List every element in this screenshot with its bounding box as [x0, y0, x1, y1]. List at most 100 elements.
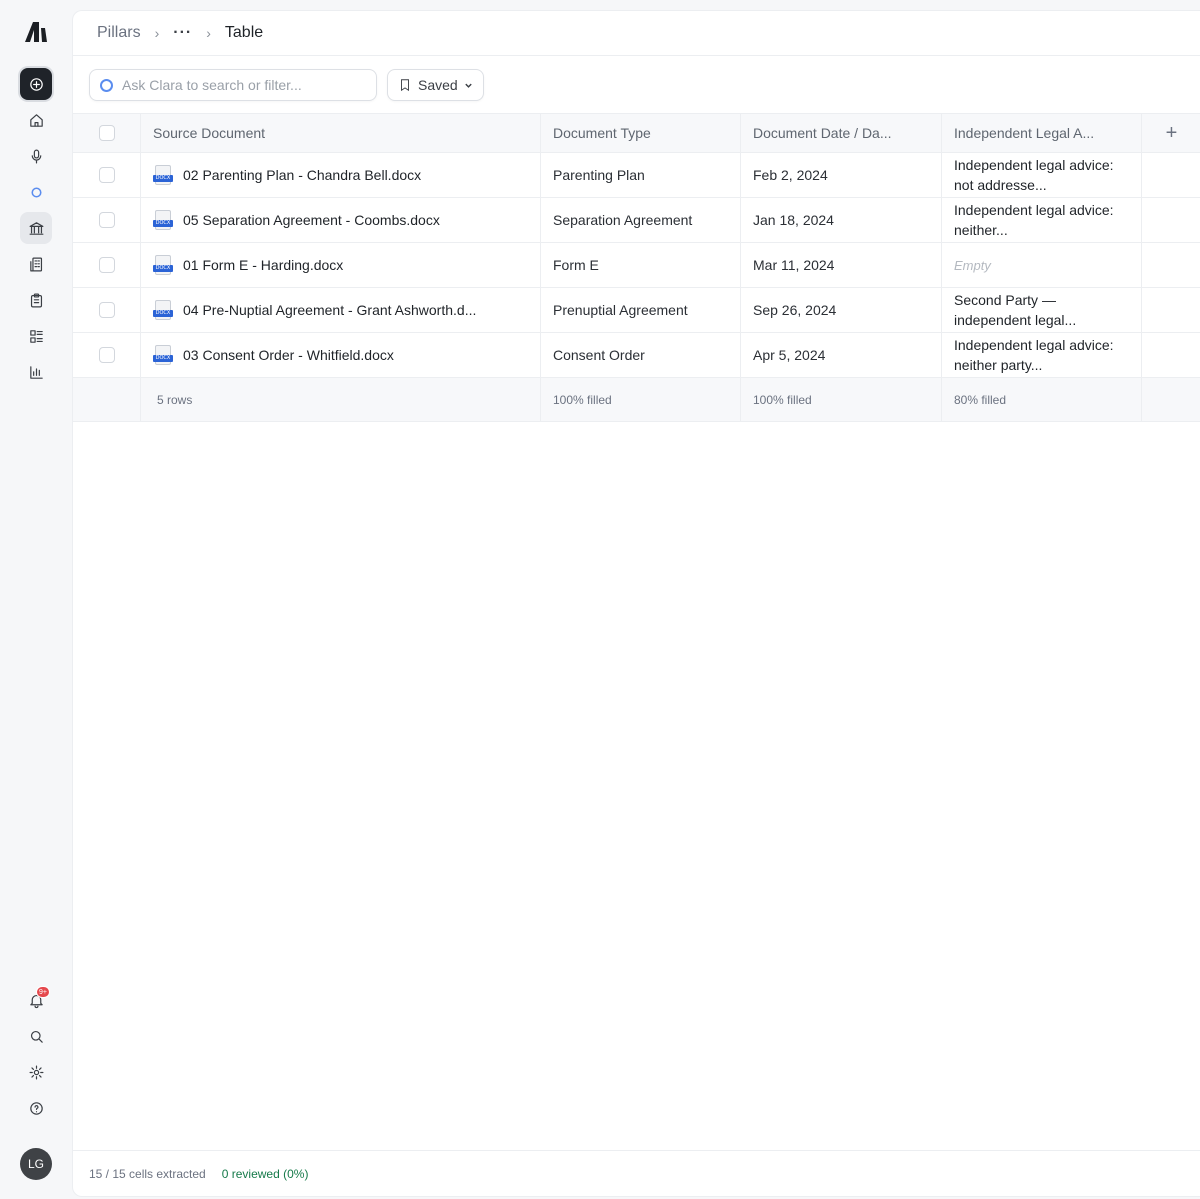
document-date-cell[interactable]: Mar 11, 2024 — [741, 243, 942, 287]
chevron-down-icon — [464, 83, 472, 88]
legal-advice-cell[interactable]: Independent legal advice: neither party.… — [942, 333, 1142, 377]
plus-icon: + — [1165, 121, 1178, 144]
row-checkbox[interactable] — [98, 302, 115, 318]
source-document-cell[interactable]: DOCX 04 Pre-Nuptial Agreement - Grant As… — [141, 288, 541, 332]
column-header-independent-legal[interactable]: Independent Legal A... — [942, 114, 1142, 152]
add-column-button[interactable]: + — [1142, 114, 1200, 152]
table-row[interactable]: DOCX 04 Pre-Nuptial Agreement - Grant As… — [73, 288, 1200, 333]
breadcrumb-ellipsis[interactable]: ··· — [173, 24, 192, 42]
empty-cell — [1142, 243, 1200, 287]
search-box[interactable] — [89, 69, 377, 101]
new-item-button[interactable] — [20, 68, 52, 100]
document-type-cell[interactable]: Separation Agreement — [541, 198, 741, 242]
legal-advice-value: Independent legal advice: not addresse..… — [954, 157, 1114, 193]
list-nav-button[interactable] — [20, 320, 52, 352]
row-checkbox-cell — [73, 243, 141, 287]
table-row[interactable]: DOCX 03 Consent Order - Whitfield.docx C… — [73, 333, 1200, 378]
settings-nav-button[interactable] — [20, 1056, 52, 1088]
row-checkbox-cell — [73, 288, 141, 332]
app-logo-icon[interactable] — [20, 16, 52, 48]
document-link[interactable]: DOCX 03 Consent Order - Whitfield.docx — [153, 345, 394, 365]
document-name: 03 Consent Order - Whitfield.docx — [183, 347, 394, 363]
document-type-cell[interactable]: Consent Order — [541, 333, 741, 377]
table-row[interactable]: DOCX 02 Parenting Plan - Chandra Bell.do… — [73, 153, 1200, 198]
document-type-cell[interactable]: Parenting Plan — [541, 153, 741, 197]
footer-spacer — [73, 378, 141, 421]
type-fill-stat: 100% filled — [541, 378, 741, 421]
clipboard-nav-button[interactable] — [20, 284, 52, 316]
search-nav-button[interactable] — [20, 1020, 52, 1052]
table-row[interactable]: DOCX 05 Separation Agreement - Coombs.do… — [73, 198, 1200, 243]
home-nav-button[interactable] — [20, 104, 52, 136]
legal-advice-cell[interactable]: Independent legal advice: neither... — [942, 198, 1142, 242]
docx-file-icon: DOCX — [153, 255, 173, 275]
document-date-cell[interactable]: Apr 5, 2024 — [741, 333, 942, 377]
analytics-nav-button[interactable] — [20, 356, 52, 388]
document-type-cell[interactable]: Prenuptial Agreement — [541, 288, 741, 332]
search-input[interactable] — [122, 77, 362, 93]
document-name: 04 Pre-Nuptial Agreement - Grant Ashwort… — [183, 302, 477, 318]
breadcrumb-pillars[interactable]: Pillars — [97, 24, 141, 42]
cells-extracted-status: 15 / 15 cells extracted — [89, 1166, 206, 1181]
pillars-nav-button[interactable] — [20, 212, 52, 244]
source-document-cell[interactable]: DOCX 03 Consent Order - Whitfield.docx — [141, 333, 541, 377]
row-checkbox[interactable] — [98, 347, 115, 363]
notifications-button[interactable]: 9+ — [20, 984, 52, 1016]
legal-advice-value: Independent legal advice: neither... — [954, 202, 1114, 238]
row-checkbox[interactable] — [98, 167, 115, 183]
document-type-cell[interactable]: Form E — [541, 243, 741, 287]
help-nav-button[interactable] — [20, 1092, 52, 1124]
empty-cell — [1142, 288, 1200, 332]
microphone-nav-button[interactable] — [20, 140, 52, 172]
status-bar: 15 / 15 cells extracted 0 reviewed (0%) — [73, 1150, 1200, 1196]
row-checkbox-cell — [73, 333, 141, 377]
footer-spacer — [1142, 378, 1200, 421]
source-document-cell[interactable]: DOCX 01 Form E - Harding.docx — [141, 243, 541, 287]
reviewed-status[interactable]: 0 reviewed (0%) — [222, 1167, 309, 1181]
data-table: Source Document Document Type Document D… — [73, 113, 1200, 422]
saved-views-button[interactable]: Saved — [387, 69, 484, 101]
documents-nav-button[interactable] — [20, 248, 52, 280]
chevron-right-icon: › — [206, 25, 211, 41]
row-checkbox[interactable] — [98, 212, 115, 228]
document-date-value: Jan 18, 2024 — [753, 212, 834, 228]
breadcrumb-current: Table — [224, 24, 264, 41]
row-checkbox[interactable] — [98, 257, 115, 273]
document-name: 05 Separation Agreement - Coombs.docx — [183, 212, 440, 228]
legal-advice-cell[interactable]: Empty — [942, 243, 1142, 287]
clara-nav-button[interactable] — [20, 176, 52, 208]
help-circle-icon — [29, 1101, 43, 1115]
source-document-cell[interactable]: DOCX 05 Separation Agreement - Coombs.do… — [141, 198, 541, 242]
column-header-document-date[interactable]: Document Date / Da... — [741, 114, 942, 152]
plus-circle-icon — [29, 77, 43, 91]
document-link[interactable]: DOCX 02 Parenting Plan - Chandra Bell.do… — [153, 165, 421, 185]
document-link[interactable]: DOCX 01 Form E - Harding.docx — [153, 255, 343, 275]
legal-advice-cell[interactable]: Second Party — independent legal... — [942, 288, 1142, 332]
clara-ring-icon — [30, 186, 42, 198]
document-date-cell[interactable]: Sep 26, 2024 — [741, 288, 942, 332]
document-type-value: Form E — [553, 257, 599, 273]
search-icon — [30, 1030, 43, 1043]
bar-chart-icon — [29, 365, 43, 379]
row-checkbox-cell — [73, 198, 141, 242]
document-name: 01 Form E - Harding.docx — [183, 257, 344, 273]
table-row[interactable]: DOCX 01 Form E - Harding.docx Form E Mar… — [73, 243, 1200, 288]
select-all-checkbox[interactable] — [98, 125, 115, 141]
document-link[interactable]: DOCX 05 Separation Agreement - Coombs.do… — [153, 210, 440, 230]
clara-ring-icon — [100, 78, 113, 92]
column-header-document-type[interactable]: Document Type — [541, 114, 741, 152]
row-checkbox-cell — [73, 153, 141, 197]
legal-advice-value: Independent legal advice: neither party.… — [954, 337, 1114, 373]
document-link[interactable]: DOCX 04 Pre-Nuptial Agreement - Grant As… — [153, 300, 476, 320]
source-document-cell[interactable]: DOCX 02 Parenting Plan - Chandra Bell.do… — [141, 153, 541, 197]
user-avatar[interactable]: LG — [20, 1148, 52, 1180]
docx-file-icon: DOCX — [153, 345, 173, 365]
document-date-cell[interactable]: Jan 18, 2024 — [741, 198, 942, 242]
saved-label: Saved — [418, 77, 458, 93]
gear-icon — [29, 1065, 43, 1079]
legal-advice-cell[interactable]: Independent legal advice: not addresse..… — [942, 153, 1142, 197]
column-header-source-document[interactable]: Source Document — [141, 114, 541, 152]
document-date-cell[interactable]: Feb 2, 2024 — [741, 153, 942, 197]
notification-count-badge: 9+ — [36, 986, 50, 998]
left-rail: 9+ LG — [0, 0, 72, 1199]
